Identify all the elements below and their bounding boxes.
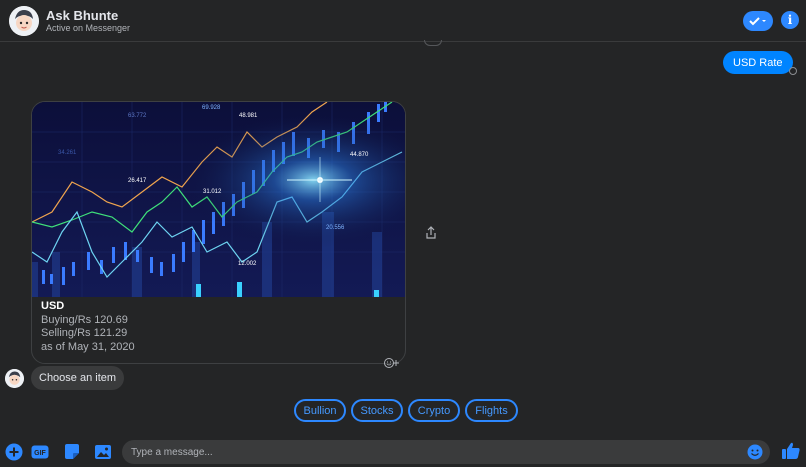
chart-label: 63.772	[128, 113, 147, 119]
add-reaction-icon[interactable]	[383, 357, 401, 369]
contact-status: Active on Messenger	[46, 23, 131, 33]
chart-label: 34.261	[58, 150, 77, 156]
chart-label: 31.012	[203, 189, 222, 195]
scroll-indicator	[424, 40, 442, 46]
card-selling: Selling/Rs 121.29	[41, 327, 128, 339]
chart-label: 69.928	[202, 105, 221, 111]
bot-avatar[interactable]	[9, 6, 39, 36]
card-title: USD	[41, 300, 65, 312]
quick-reply-crypto[interactable]: Crypto	[408, 399, 460, 422]
user-message-bubble[interactable]: USD Rate	[723, 51, 793, 74]
bot-avatar-small	[5, 369, 24, 388]
quick-reply-stocks[interactable]: Stocks	[351, 399, 403, 422]
chart-label: 20.556	[326, 225, 345, 231]
svg-text:GIF: GIF	[34, 450, 46, 457]
chart-label: 44.870	[350, 152, 369, 158]
stock-chart-image: 69.928 63.772 48.981 44.870 26.417 31.01…	[32, 102, 405, 297]
check-icon	[749, 17, 766, 26]
gif-icon[interactable]: GIF	[31, 443, 49, 461]
info-icon[interactable]: i	[781, 11, 799, 29]
chart-label: 12.002	[238, 261, 257, 267]
contact-name[interactable]: Ask Bhunte	[46, 8, 118, 23]
plus-icon[interactable]	[5, 443, 23, 461]
card-date: as of May 31, 2020	[41, 341, 135, 353]
share-icon[interactable]	[424, 226, 438, 240]
photo-icon[interactable]	[94, 443, 112, 461]
message-input[interactable]	[122, 440, 770, 464]
seen-status-icon	[789, 67, 797, 75]
sticker-icon[interactable]	[63, 443, 81, 461]
quick-reply-bullion[interactable]: Bullion	[294, 399, 346, 422]
thumbs-up-icon[interactable]	[781, 441, 801, 461]
card-buying: Buying/Rs 120.69	[41, 314, 128, 326]
chart-label: 48.981	[239, 113, 258, 119]
rate-card[interactable]: 69.928 63.772 48.981 44.870 26.417 31.01…	[31, 101, 406, 364]
chart-label: 26.417	[128, 178, 147, 184]
conversation-header: Ask Bhunte Active on Messenger i	[0, 0, 806, 42]
check-dropdown-button[interactable]	[743, 11, 773, 31]
emoji-icon[interactable]	[747, 444, 763, 460]
quick-reply-flights[interactable]: Flights	[465, 399, 518, 422]
bot-message-bubble[interactable]: Choose an item	[31, 366, 125, 390]
